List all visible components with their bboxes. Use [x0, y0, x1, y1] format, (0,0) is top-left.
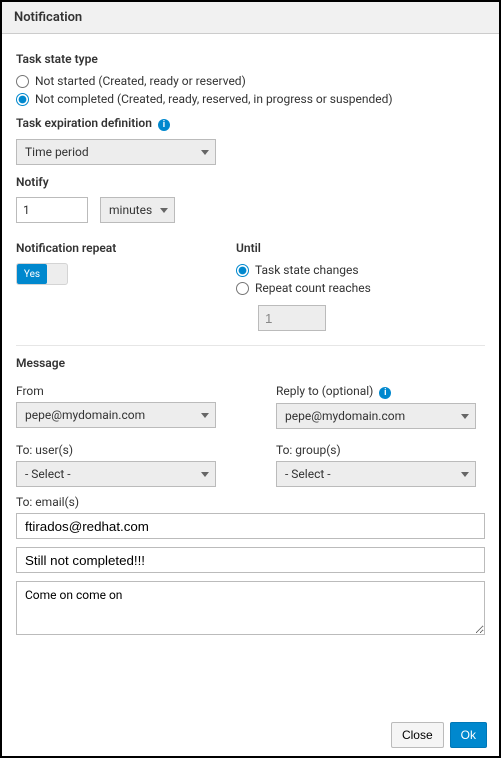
- radio-until-state-changes[interactable]: Task state changes: [236, 263, 485, 277]
- to-users-value: - Select -: [25, 467, 71, 481]
- chevron-down-icon: [461, 414, 469, 419]
- radio-until-state-label: Task state changes: [255, 263, 359, 277]
- notify-unit-dropdown[interactable]: minutes: [100, 197, 175, 223]
- radio-until-count-label: Repeat count reaches: [255, 281, 371, 295]
- to-users-label: To: user(s): [16, 443, 216, 457]
- dialog-body: Task state type Not started (Created, re…: [2, 34, 499, 714]
- chevron-down-icon: [201, 150, 209, 155]
- message-label: Message: [16, 356, 485, 370]
- notify-unit-value: minutes: [109, 203, 152, 217]
- from-value: pepe@mydomain.com: [25, 408, 145, 422]
- chevron-down-icon: [201, 413, 209, 418]
- reply-to-dropdown[interactable]: pepe@mydomain.com: [276, 403, 476, 429]
- chevron-down-icon: [160, 208, 168, 213]
- to-emails-input[interactable]: [16, 513, 485, 539]
- task-state-type-label: Task state type: [16, 52, 485, 66]
- reply-to-label: Reply to (optional) i: [276, 384, 476, 399]
- to-groups-value: - Select -: [285, 467, 331, 481]
- info-icon[interactable]: i: [158, 119, 170, 131]
- notification-dialog: Notification Task state type Not started…: [0, 0, 501, 758]
- repeat-toggle[interactable]: Yes: [16, 263, 68, 285]
- notify-label: Notify: [16, 175, 485, 189]
- chevron-down-icon: [461, 472, 469, 477]
- repeat-label: Notification repeat: [16, 241, 196, 255]
- to-groups-dropdown[interactable]: - Select -: [276, 461, 476, 487]
- body-textarea[interactable]: [16, 581, 485, 635]
- divider: [16, 345, 485, 346]
- radio-not-started-input[interactable]: [16, 75, 29, 88]
- chevron-down-icon: [201, 472, 209, 477]
- ok-button[interactable]: Ok: [450, 722, 487, 748]
- subject-input[interactable]: [16, 547, 485, 573]
- from-label: From: [16, 384, 216, 398]
- radio-not-completed-input[interactable]: [16, 93, 29, 106]
- to-emails-label: To: email(s): [16, 495, 485, 509]
- notify-value-input[interactable]: [16, 197, 88, 223]
- to-users-dropdown[interactable]: - Select -: [16, 461, 216, 487]
- radio-not-started[interactable]: Not started (Created, ready or reserved): [16, 74, 485, 88]
- radio-not-completed-label: Not completed (Created, ready, reserved,…: [35, 92, 393, 106]
- dialog-title: Notification: [2, 2, 499, 34]
- from-dropdown[interactable]: pepe@mydomain.com: [16, 402, 216, 428]
- dialog-footer: Close Ok: [2, 714, 499, 756]
- repeat-count-input: [258, 305, 326, 331]
- close-button[interactable]: Close: [391, 722, 444, 748]
- radio-not-started-label: Not started (Created, ready or reserved): [35, 74, 246, 88]
- expiration-dropdown[interactable]: Time period: [16, 139, 216, 165]
- to-groups-label: To: group(s): [276, 443, 476, 457]
- radio-not-completed[interactable]: Not completed (Created, ready, reserved,…: [16, 92, 485, 106]
- expiration-label: Task expiration definition i: [16, 116, 485, 131]
- repeat-toggle-knob: Yes: [17, 264, 47, 284]
- radio-until-state-input[interactable]: [236, 264, 249, 277]
- radio-until-count-input[interactable]: [236, 282, 249, 295]
- expiration-value: Time period: [25, 145, 89, 159]
- until-label: Until: [236, 241, 485, 255]
- info-icon[interactable]: i: [379, 387, 391, 399]
- reply-to-value: pepe@mydomain.com: [285, 409, 405, 423]
- radio-until-count[interactable]: Repeat count reaches: [236, 281, 485, 295]
